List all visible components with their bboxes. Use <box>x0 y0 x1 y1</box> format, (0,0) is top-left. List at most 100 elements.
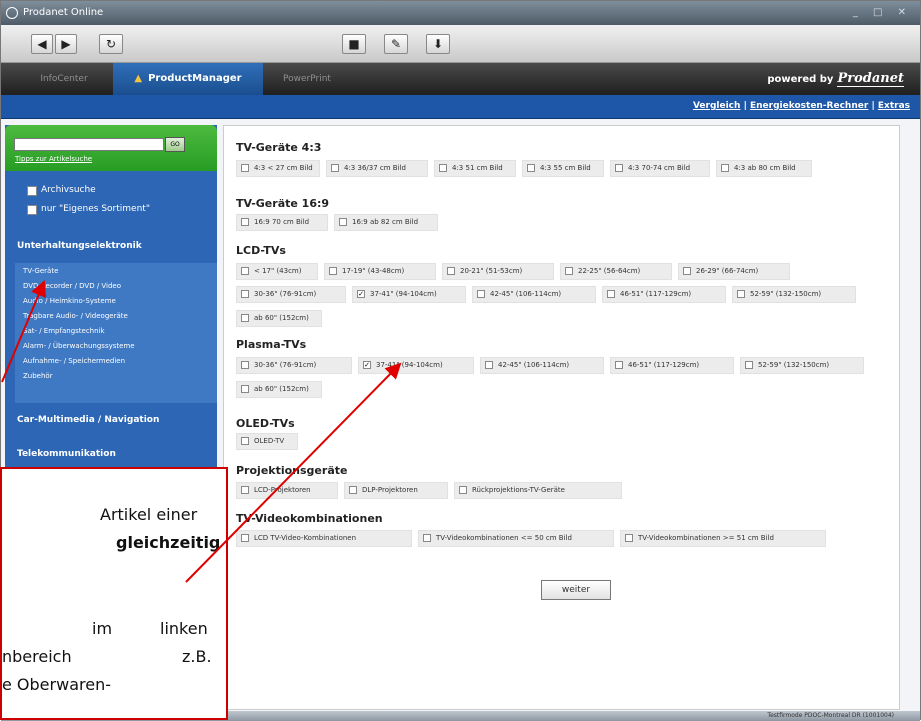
filter-option[interactable]: 22-25" (56-64cm) <box>560 263 672 280</box>
tab-powerprint[interactable]: PowerPrint <box>267 63 347 95</box>
link-energiekosten-rechner[interactable]: Energiekosten-Rechner <box>750 101 868 111</box>
option-checkbox[interactable] <box>607 290 615 298</box>
option-checkbox[interactable] <box>459 486 467 494</box>
option-checkbox[interactable] <box>683 267 691 275</box>
option-checkbox[interactable] <box>241 314 249 322</box>
option-checkbox[interactable] <box>241 218 249 226</box>
option-checkbox[interactable] <box>745 361 753 369</box>
filter-option[interactable]: 42-45" (106-114cm) <box>472 286 596 303</box>
filter-option[interactable]: 20-21" (51-53cm) <box>442 263 554 280</box>
filter-option[interactable]: TV-Videokombinationen >= 51 cm Bild <box>620 530 826 547</box>
option-checkbox[interactable] <box>527 164 535 172</box>
archivsuche-checkbox[interactable] <box>27 186 37 196</box>
filter-option[interactable]: ab 60" (152cm) <box>236 381 322 398</box>
filter-option[interactable]: 4:3 55 cm Bild <box>522 160 604 177</box>
filter-option[interactable]: 52-59" (132-150cm) <box>732 286 856 303</box>
option-checkbox[interactable] <box>241 164 249 172</box>
option-checkbox[interactable] <box>615 361 623 369</box>
toolbar-button-1[interactable]: ■ <box>342 34 366 54</box>
option-label: 42-45" (106-114cm) <box>498 361 570 369</box>
option-checkbox[interactable] <box>423 534 431 542</box>
eigenes-sortiment-checkbox[interactable] <box>27 205 37 215</box>
link-vergleich[interactable]: Vergleich <box>693 101 740 111</box>
filter-option[interactable]: 4:3 70-74 cm Bild <box>610 160 710 177</box>
refresh-button[interactable]: ↻ <box>99 34 123 54</box>
back-button[interactable]: ◀ <box>31 34 53 54</box>
tab-productmanager[interactable]: ▲ ProductManager <box>113 63 263 95</box>
tab-infocenter[interactable]: InfoCenter <box>19 63 109 95</box>
search-button[interactable]: GO <box>165 137 185 152</box>
category-unterhaltungselektronik[interactable]: Unterhaltungselektronik <box>17 241 142 251</box>
option-checkbox[interactable] <box>439 164 447 172</box>
option-checkbox[interactable] <box>241 534 249 542</box>
search-panel: GO Tipps zur Artikelsuche <box>5 125 217 171</box>
filter-option[interactable]: Rückprojektions-TV-Geräte <box>454 482 622 499</box>
option-checkbox[interactable] <box>241 290 249 298</box>
option-checkbox[interactable] <box>565 267 573 275</box>
option-checkbox[interactable] <box>485 361 493 369</box>
subcategory-item[interactable]: Zubehör <box>23 372 53 380</box>
filter-option[interactable]: 52-59" (132-150cm) <box>740 357 864 374</box>
subcategory-item[interactable]: TV-Geräte <box>23 267 58 275</box>
subcategory-item[interactable]: Audio / Heimkino-Systeme <box>23 297 116 305</box>
option-checkbox[interactable] <box>737 290 745 298</box>
window-title: Prodanet Online <box>23 7 104 18</box>
tipps-link[interactable]: Tipps zur Artikelsuche <box>15 155 92 163</box>
link-extras[interactable]: Extras <box>878 101 910 111</box>
option-checkbox[interactable] <box>625 534 633 542</box>
option-checkbox[interactable] <box>349 486 357 494</box>
option-checkbox-checked[interactable]: ✓ <box>363 361 371 369</box>
filter-option[interactable]: 16:9 70 cm Bild <box>236 214 328 231</box>
filter-option[interactable]: ab 60" (152cm) <box>236 310 322 327</box>
filter-option[interactable]: LCD TV-Video-Kombinationen <box>236 530 412 547</box>
powered-by: powered by Prodanet <box>767 63 904 95</box>
filter-option[interactable]: 30-36" (76-91cm) <box>236 357 352 374</box>
filter-option[interactable]: 30-36" (76-91cm) <box>236 286 346 303</box>
filter-option[interactable]: 42-45" (106-114cm) <box>480 357 604 374</box>
filter-option[interactable]: 4:3 < 27 cm Bild <box>236 160 320 177</box>
option-checkbox[interactable] <box>721 164 729 172</box>
filter-option[interactable]: 17-19" (43-48cm) <box>324 263 436 280</box>
option-checkbox[interactable] <box>339 218 347 226</box>
subcategory-item[interactable]: Tragbare Audio- / Videogeräte <box>23 312 128 320</box>
option-label: OLED-TV <box>254 437 285 445</box>
filter-option[interactable]: 4:3 ab 80 cm Bild <box>716 160 812 177</box>
weiter-button[interactable]: weiter <box>541 580 611 600</box>
filter-option[interactable]: < 17" (43cm) <box>236 263 318 280</box>
option-checkbox[interactable] <box>615 164 623 172</box>
search-input[interactable] <box>14 138 164 151</box>
filter-option[interactable]: TV-Videokombinationen <= 50 cm Bild <box>418 530 614 547</box>
category-car-multimedia[interactable]: Car-Multimedia / Navigation <box>17 415 159 425</box>
download-button[interactable]: ⬇ <box>426 34 450 54</box>
option-label: 17-19" (43-48cm) <box>342 267 405 275</box>
option-checkbox[interactable] <box>241 267 249 275</box>
forward-button[interactable]: ▶ <box>55 34 77 54</box>
filter-option[interactable]: 4:3 51 cm Bild <box>434 160 516 177</box>
filter-option[interactable]: 26-29" (66-74cm) <box>678 263 790 280</box>
option-checkbox[interactable] <box>241 361 249 369</box>
option-checkbox[interactable] <box>241 385 249 393</box>
option-checkbox[interactable] <box>329 267 337 275</box>
filter-option[interactable]: 16:9 ab 82 cm Bild <box>334 214 438 231</box>
filter-option[interactable]: ✓ 37-41" (94-104cm) <box>352 286 466 303</box>
filter-option[interactable]: OLED-TV <box>236 433 298 450</box>
option-checkbox[interactable] <box>331 164 339 172</box>
option-checkbox-checked[interactable]: ✓ <box>357 290 365 298</box>
category-telekommunikation[interactable]: Telekommunikation <box>17 449 116 459</box>
subcategory-item[interactable]: DVD-Recorder / DVD / Video <box>23 282 121 290</box>
window-controls[interactable]: _ □ ✕ <box>853 1 912 25</box>
filter-option[interactable]: LCD-Projektoren <box>236 482 338 499</box>
filter-option[interactable]: DLP-Projektoren <box>344 482 448 499</box>
filter-option[interactable]: 46-51" (117-129cm) <box>610 357 734 374</box>
option-checkbox[interactable] <box>241 486 249 494</box>
option-checkbox[interactable] <box>477 290 485 298</box>
filter-option[interactable]: 4:3 36/37 cm Bild <box>326 160 428 177</box>
filter-option[interactable]: 46-51" (117-129cm) <box>602 286 726 303</box>
wrench-button[interactable]: ✎ <box>384 34 408 54</box>
option-checkbox[interactable] <box>447 267 455 275</box>
option-checkbox[interactable] <box>241 437 249 445</box>
subcategory-item[interactable]: Sat- / Empfangstechnik <box>23 327 105 335</box>
filter-option[interactable]: ✓ 37-41" (94-104cm) <box>358 357 474 374</box>
subcategory-item[interactable]: Alarm- / Überwachungssysteme <box>23 342 135 350</box>
subcategory-item[interactable]: Aufnahme- / Speichermedien <box>23 357 125 365</box>
